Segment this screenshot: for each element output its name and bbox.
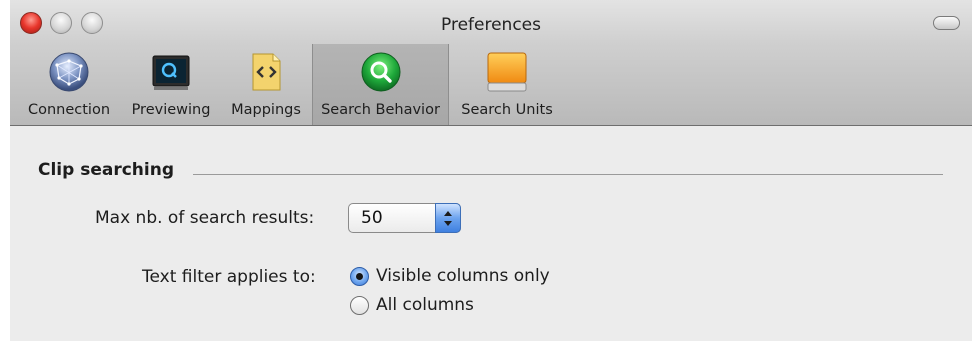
tab-mappings[interactable]: Mappings	[224, 44, 308, 125]
tab-search-units[interactable]: Search Units	[453, 44, 561, 125]
window-title: Preferences	[441, 15, 541, 35]
max-results-label: Max nb. of search results:	[95, 208, 315, 228]
radio-label: All columns	[376, 295, 474, 315]
section-divider	[193, 174, 943, 175]
preferences-pane: Clip searching Max nb. of search results…	[10, 126, 972, 341]
magnifier-icon	[360, 51, 402, 93]
text-filter-label: Text filter applies to:	[142, 267, 316, 287]
tab-connection[interactable]: Connection	[18, 44, 120, 125]
tab-search-behavior[interactable]: Search Behavior	[312, 44, 449, 125]
disk-drive-icon	[486, 51, 528, 93]
tab-label: Connection	[27, 102, 111, 118]
monitor-icon	[150, 51, 192, 93]
network-globe-icon	[48, 51, 90, 93]
section-title: Clip searching	[38, 160, 174, 180]
code-document-icon	[245, 51, 287, 93]
tab-label: Mappings	[231, 102, 301, 118]
toolbar-toggle-button[interactable]	[933, 16, 960, 30]
tab-previewing[interactable]: Previewing	[124, 44, 218, 125]
tab-label: Search Behavior	[321, 102, 440, 118]
toolbar: Preferences Connection Previewing Mappin…	[10, 0, 972, 126]
preferences-window: Preferences Connection Previewing Mappin…	[10, 0, 972, 341]
max-results-value: 50	[361, 208, 383, 228]
radio-label: Visible columns only	[376, 266, 550, 286]
stepper-arrows-icon[interactable]	[435, 203, 461, 233]
max-results-select[interactable]: 50	[348, 203, 461, 233]
radio-button-selected[interactable]	[350, 267, 369, 286]
tab-label: Search Units	[461, 102, 553, 118]
radio-button[interactable]	[350, 296, 369, 315]
tab-label: Previewing	[131, 102, 211, 118]
